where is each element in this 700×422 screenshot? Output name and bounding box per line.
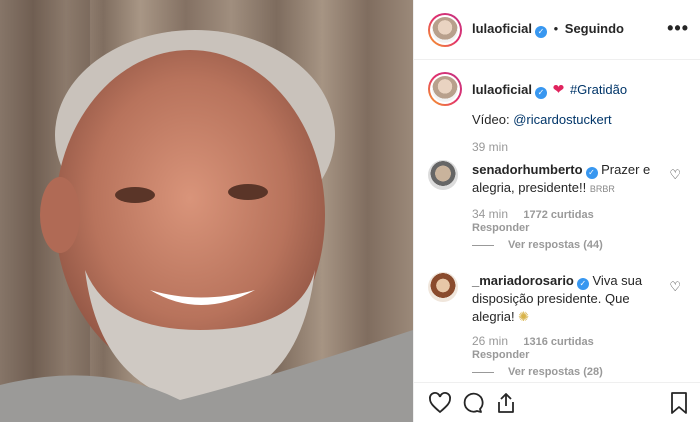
view-replies-label: Ver respostas (28) <box>508 366 603 378</box>
comment-timestamp[interactable]: 26 min <box>472 334 508 348</box>
commenter-avatar[interactable] <box>428 160 458 190</box>
post-video[interactable] <box>0 0 413 422</box>
bookmark-icon[interactable] <box>667 391 691 415</box>
caption-hashtag[interactable]: #Gratidão <box>570 82 627 97</box>
comment-likes[interactable]: 1772 curtidas <box>523 209 593 221</box>
verified-badge-icon: ✓ <box>534 26 547 38</box>
separator-dot: • <box>553 21 559 36</box>
commenter-avatar[interactable] <box>428 272 458 302</box>
caption-text: Vídeo: <box>472 112 514 127</box>
verified-badge-icon: ✓ <box>585 167 598 179</box>
reply-button[interactable]: Responder <box>472 349 529 361</box>
view-replies-button[interactable]: Ver respostas (28) <box>426 366 603 378</box>
reply-button[interactable]: Responder <box>472 222 529 234</box>
red-heart-emoji-icon: ❤ <box>552 81 565 97</box>
post-header: lulaoficial ✓ • Seguindo ••• <box>414 0 700 60</box>
comment-timestamp[interactable]: 34 min <box>472 207 508 221</box>
comment-meta: 26 min 1316 curtidas <box>472 334 594 348</box>
caption-timestamp[interactable]: 39 min <box>472 140 508 154</box>
share-icon[interactable] <box>494 391 518 415</box>
commenter-username[interactable]: _mariadorosario <box>472 273 574 288</box>
comment-like-heart-icon[interactable]: ♡ <box>669 279 681 295</box>
follow-button[interactable]: Seguindo <box>565 21 624 36</box>
more-options-icon[interactable]: ••• <box>667 18 689 39</box>
comment-body: _mariadorosario ✓ Viva sua disposição pre… <box>472 272 672 326</box>
comment-icon[interactable] <box>460 391 484 415</box>
post-sidebar: lulaoficial ✓ • Seguindo ••• lulaoficial ✓… <box>413 0 700 422</box>
comment-meta: 34 min 1772 curtidas <box>472 207 594 221</box>
post-actions-bar <box>414 382 700 422</box>
caption-mention[interactable]: @ricardostuckert <box>513 112 611 127</box>
author-avatar[interactable] <box>428 13 462 47</box>
instagram-post: lulaoficial ✓ • Seguindo ••• lulaoficial ✓… <box>0 0 700 422</box>
commenter-username[interactable]: senadorhumberto <box>472 162 583 177</box>
heart-icon[interactable] <box>428 391 452 415</box>
divider-line <box>472 244 494 246</box>
comment-likes[interactable]: 1316 curtidas <box>523 336 593 348</box>
verified-badge-icon: ✓ <box>576 278 589 290</box>
caption-author-avatar[interactable] <box>428 72 462 106</box>
view-replies-button[interactable]: Ver respostas (44) <box>426 239 603 251</box>
clapping-emoji-icon: ✺ <box>518 309 530 324</box>
caption-username[interactable]: lulaoficial <box>472 82 532 97</box>
comment-like-heart-icon[interactable]: ♡ <box>669 167 681 183</box>
video-frame-image <box>0 0 413 422</box>
divider-line <box>472 371 494 373</box>
flag-emoji-text: BRBR <box>589 184 615 194</box>
view-replies-label: Ver respostas (44) <box>508 239 603 251</box>
verified-badge-icon: ✓ <box>534 87 547 99</box>
author-username[interactable]: lulaoficial <box>472 21 532 36</box>
comment-body: senadorhumberto ✓ Prazer e alegria, presi… <box>472 161 672 198</box>
